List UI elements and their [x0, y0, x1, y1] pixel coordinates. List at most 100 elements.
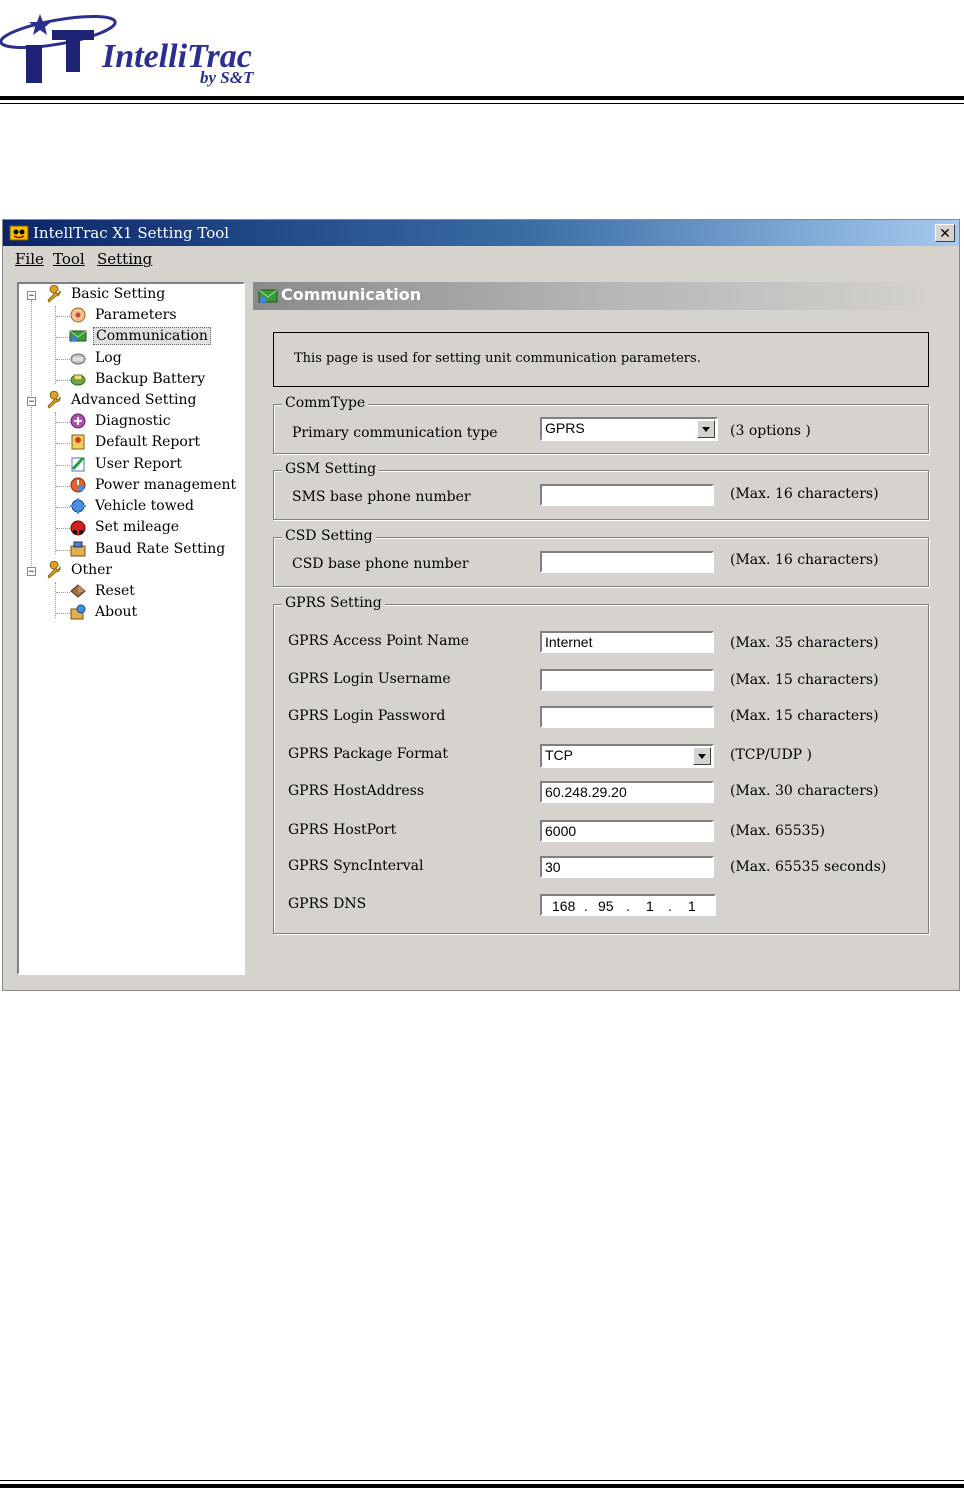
menu-tool[interactable]: Tool — [53, 250, 85, 268]
tree-label: Basic Setting — [71, 286, 166, 302]
csd-group: CSD Setting CSD base phone number (Max. … — [273, 528, 929, 587]
towed-icon — [70, 498, 86, 514]
tree-item-backup-battery[interactable]: Backup Battery — [69, 370, 207, 390]
footer-rule — [0, 1484, 964, 1488]
expander-basic-setting[interactable]: − — [27, 291, 36, 301]
menu-bar: File Tool Setting — [3, 247, 959, 271]
dns-ip-input[interactable]: 168 . 95 . 1 . 1 — [540, 894, 716, 916]
menu-setting[interactable]: Setting — [97, 250, 152, 268]
close-button[interactable]: ✕ — [935, 224, 955, 242]
chevron-down-icon[interactable] — [697, 420, 715, 438]
window-title: IntellTrac X1 Setting Tool — [33, 224, 230, 242]
wrench-icon — [47, 285, 61, 303]
dns-octet-2: 95 — [598, 898, 614, 914]
dns-dot: . — [626, 898, 630, 914]
group-title: CSD Setting — [282, 528, 376, 544]
battery-icon — [70, 374, 86, 386]
username-input[interactable] — [540, 669, 714, 691]
about-icon — [70, 604, 86, 620]
group-title: GPRS Setting — [282, 595, 385, 611]
settings-tree: − − − Basic Setting Parameters Communica… — [17, 282, 245, 975]
tree-item-log[interactable]: Log — [69, 349, 124, 369]
tree-item-communication[interactable]: Communication — [69, 327, 211, 347]
dns-octet-3: 1 — [646, 898, 654, 914]
tree-label: User Report — [95, 456, 182, 472]
commtype-hint: (3 options ) — [730, 423, 811, 439]
gsm-group: GSM Setting SMS base phone number (Max. … — [273, 461, 929, 520]
apn-input[interactable]: Internet — [540, 631, 714, 653]
tree-item-default-report[interactable]: Default Report — [69, 433, 202, 453]
format-label: GPRS Package Format — [288, 746, 449, 762]
page-title: Communication — [281, 285, 422, 304]
host-label: GPRS HostAddress — [288, 783, 425, 799]
logo-subtext: by S&T — [200, 68, 254, 87]
tree-group-basic-setting[interactable]: Basic Setting — [45, 285, 167, 305]
tree-label: Reset — [95, 583, 135, 599]
tree-item-power-management[interactable]: Power management — [69, 476, 238, 496]
tree-label: About — [95, 604, 138, 620]
group-title: CommType — [282, 395, 369, 411]
sms-hint: (Max. 16 characters) — [730, 486, 879, 502]
description-box: This page is used for setting unit commu… — [273, 332, 929, 387]
tree-label: Set mileage — [95, 519, 180, 535]
tree-label: Parameters — [95, 307, 177, 323]
dns-octet-4: 1 — [688, 898, 696, 914]
tree-item-user-report[interactable]: User Report — [69, 455, 184, 475]
apn-label: GPRS Access Point Name — [288, 633, 470, 649]
tree-item-vehicle-towed[interactable]: Vehicle towed — [69, 497, 196, 517]
host-address-input[interactable]: 60.248.29.20 — [540, 781, 714, 803]
port-label: GPRS HostPort — [288, 822, 397, 838]
report-icon — [71, 434, 85, 450]
tree-label: Default Report — [95, 434, 201, 450]
host-port-input[interactable]: 6000 — [540, 820, 714, 842]
tree-group-advanced-setting[interactable]: Advanced Setting — [45, 391, 198, 411]
tree-label: Log — [95, 350, 122, 366]
tree-label: Vehicle towed — [95, 498, 194, 514]
communication-icon — [69, 330, 87, 342]
commtype-label: Primary communication type — [292, 425, 498, 441]
parameters-icon — [70, 307, 86, 323]
expander-advanced-setting[interactable]: − — [27, 397, 36, 407]
username-hint: (Max. 15 characters) — [730, 672, 879, 688]
tree-item-diagnostic[interactable]: Diagnostic — [69, 412, 173, 432]
chevron-down-icon[interactable] — [693, 747, 711, 765]
csd-hint: (Max. 16 characters) — [730, 552, 879, 568]
tree-item-set-mileage[interactable]: Set mileage — [69, 518, 181, 538]
intellitrac-logo: IntelliTrac by S&T — [0, 0, 300, 95]
sync-hint: (Max. 65535 seconds) — [730, 859, 887, 875]
title-bar[interactable]: IntellTrac X1 Setting Tool ✕ — [3, 220, 959, 246]
header-rule — [0, 96, 964, 100]
password-input[interactable] — [540, 706, 714, 728]
sync-label: GPRS SyncInterval — [288, 858, 424, 874]
description-text: This page is used for setting unit commu… — [294, 351, 701, 366]
host-hint: (Max. 30 characters) — [730, 783, 879, 799]
csd-phone-input[interactable] — [540, 551, 714, 573]
tree-label: Diagnostic — [95, 413, 171, 429]
app-window: IntellTrac X1 Setting Tool ✕ File Tool S… — [2, 219, 960, 991]
tree-label: Advanced Setting — [71, 392, 197, 408]
tree-label: Communication — [93, 327, 211, 345]
log-icon — [70, 353, 86, 365]
tree-item-reset[interactable]: Reset — [69, 582, 137, 602]
sync-interval-input[interactable]: 30 — [540, 856, 714, 878]
tree-item-baud-rate-setting[interactable]: Baud Rate Setting — [69, 540, 227, 560]
tree-group-other[interactable]: Other — [45, 561, 114, 581]
footer-rule-thin — [0, 1480, 964, 1481]
mileage-icon — [70, 520, 86, 536]
tree-label: Power management — [95, 477, 237, 493]
commtype-select[interactable]: GPRS — [540, 417, 718, 441]
format-hint: (TCP/UDP ) — [730, 747, 813, 763]
wrench-icon — [47, 391, 61, 409]
tree-item-parameters[interactable]: Parameters — [69, 306, 179, 326]
tree-item-about[interactable]: About — [69, 603, 139, 623]
tree-label: Baud Rate Setting — [95, 541, 226, 557]
app-icon — [9, 225, 29, 241]
menu-file[interactable]: File — [15, 250, 44, 268]
format-select[interactable]: TCP — [540, 744, 714, 768]
sms-phone-input[interactable] — [540, 484, 714, 506]
communication-icon — [258, 289, 278, 304]
expander-other[interactable]: − — [27, 567, 36, 577]
close-icon: ✕ — [939, 226, 951, 242]
password-hint: (Max. 15 characters) — [730, 708, 879, 724]
sms-label: SMS base phone number — [292, 489, 471, 505]
